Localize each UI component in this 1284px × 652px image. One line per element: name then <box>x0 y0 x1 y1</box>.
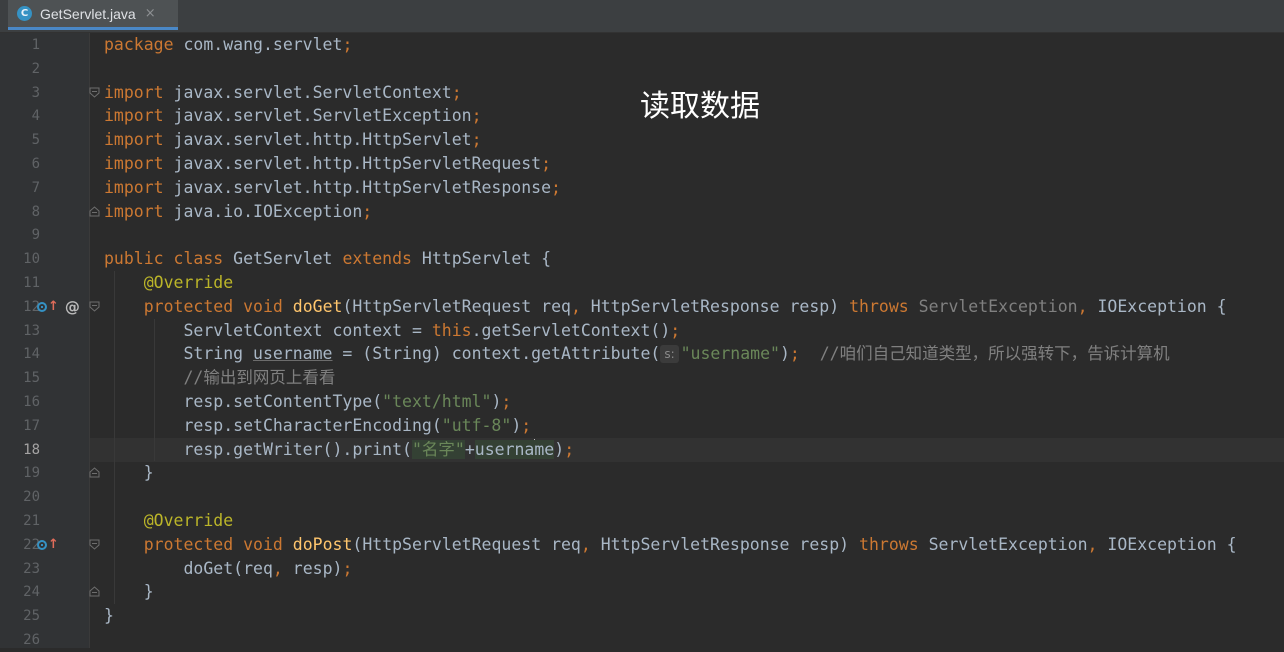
line-number: 2 <box>31 60 40 77</box>
code-line[interactable]: resp.setCharacterEncoding("utf-8"); <box>104 414 531 438</box>
line-number: 15 <box>23 370 40 387</box>
line-number: 10 <box>23 251 40 268</box>
code-line[interactable]: resp.getWriter().print("名字"+username); <box>104 438 574 462</box>
line-number: 22 <box>23 536 40 553</box>
up-arrow-icon: ↑ <box>48 537 59 553</box>
code-line[interactable]: import javax.servlet.http.HttpServletRes… <box>104 176 561 200</box>
overrides-method-icon[interactable] <box>37 301 47 312</box>
code-line[interactable]: } <box>104 580 154 604</box>
at-icon[interactable]: @ <box>65 298 80 316</box>
overrides-method-icon[interactable] <box>37 539 47 550</box>
code-line[interactable]: doGet(req, resp); <box>104 557 352 581</box>
gutter-markers[interactable]: ↑ <box>37 537 59 553</box>
line-number: 24 <box>23 584 40 601</box>
line-number: 13 <box>23 322 40 339</box>
code-line[interactable]: @Override <box>104 271 233 295</box>
line-number: 14 <box>23 346 40 363</box>
line-number: 3 <box>31 84 40 101</box>
code-line[interactable]: ServletContext context = this.getServlet… <box>104 319 680 343</box>
line-number: 1 <box>31 37 40 53</box>
close-icon[interactable]: × <box>145 6 156 21</box>
line-number: 9 <box>31 227 40 244</box>
code-line[interactable]: //输出到网页上看看 <box>104 366 335 390</box>
editor-gutter: 1 2 3 4 5 6 7 8 9 10 11 12 13 14 15 16 17 18 19 20 21 22 23 24 2… <box>4 33 100 648</box>
tab-label: GetServlet.java <box>40 5 136 22</box>
line-number: 21 <box>23 513 40 529</box>
parameter-hint: s: <box>660 345 679 364</box>
code-line[interactable]: @Override <box>104 509 233 533</box>
code-line[interactable]: protected void doGet(HttpServletRequest … <box>104 295 1227 319</box>
code-line[interactable]: } <box>104 461 154 485</box>
code-line[interactable]: import javax.servlet.http.HttpServlet; <box>104 128 482 152</box>
up-arrow-icon: ↑ <box>48 299 59 315</box>
line-number: 17 <box>23 417 40 434</box>
line-number: 26 <box>23 632 40 648</box>
code-line[interactable]: public class GetServlet extends HttpServ… <box>104 247 551 271</box>
line-number: 7 <box>31 179 40 196</box>
line-number: 6 <box>31 156 40 172</box>
editor-tab-bar: C GetServlet.java × <box>0 0 1284 33</box>
code-line[interactable]: import javax.servlet.ServletException; <box>104 104 482 128</box>
line-number: 19 <box>23 465 40 482</box>
line-number: 18 <box>23 441 40 458</box>
tab-getservlet-java[interactable]: C GetServlet.java × <box>8 0 178 30</box>
line-number: 4 <box>31 108 40 125</box>
line-number: 11 <box>23 275 40 291</box>
class-icon: C <box>17 6 32 21</box>
code-line[interactable]: resp.setContentType("text/html"); <box>104 390 511 414</box>
code-line[interactable]: } <box>104 604 114 628</box>
line-number: 23 <box>23 560 40 577</box>
code-line[interactable]: import javax.servlet.ServletContext; <box>104 81 462 105</box>
line-number: 12 <box>23 298 40 315</box>
code-line[interactable]: import javax.servlet.http.HttpServletReq… <box>104 152 551 176</box>
code-editor[interactable]: package com.wang.servlet; import javax.se… <box>90 33 1284 648</box>
gutter-markers[interactable]: ↑ @ <box>37 298 80 316</box>
code-line[interactable]: package com.wang.servlet; <box>104 33 352 57</box>
line-number: 5 <box>31 132 40 149</box>
code-line[interactable]: protected void doPost(HttpServletRequest… <box>104 533 1237 557</box>
line-number: 25 <box>23 608 40 625</box>
code-line[interactable]: import java.io.IOException; <box>104 200 372 224</box>
line-number: 8 <box>31 203 40 220</box>
line-number: 16 <box>23 394 40 410</box>
code-line[interactable]: String username = (String) context.getAt… <box>104 342 1170 366</box>
overlay-title: 读取数据 <box>640 89 760 124</box>
line-number: 20 <box>23 489 40 506</box>
